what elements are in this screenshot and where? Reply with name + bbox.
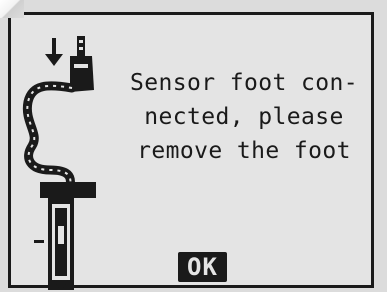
down-arrow-icon bbox=[45, 38, 63, 66]
ok-button[interactable]: OK bbox=[178, 252, 227, 282]
sewing-machine-display: Sensor foot con- nected, please remove t… bbox=[0, 0, 387, 292]
dialog-message: Sensor foot con- nected, please remove t… bbox=[130, 70, 358, 164]
sensor-foot-cable-icon bbox=[22, 36, 96, 290]
page-corner-fold bbox=[0, 0, 24, 18]
